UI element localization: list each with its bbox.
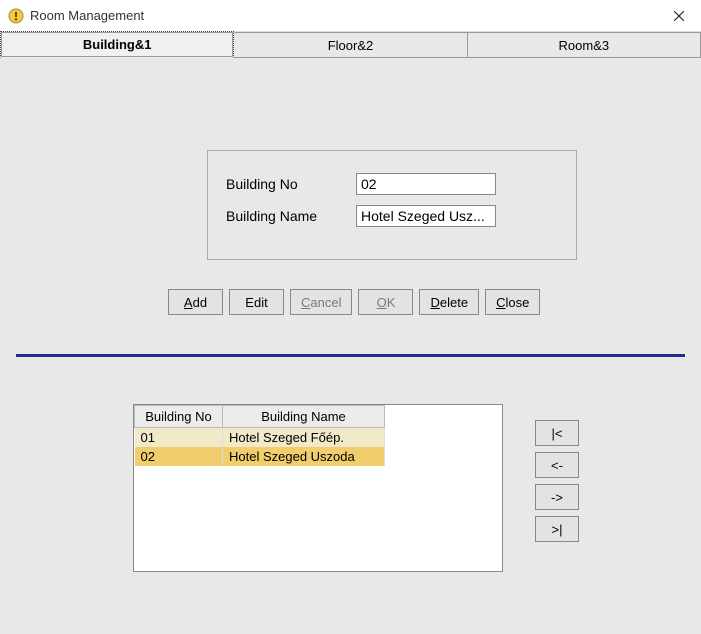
edit-button[interactable]: Edit xyxy=(229,289,284,315)
tab-label: Building&1 xyxy=(83,37,152,52)
table-row[interactable]: 01 Hotel Szeged Főép. xyxy=(135,428,385,448)
ok-button: OK xyxy=(358,289,413,315)
building-no-label: Building No xyxy=(226,176,356,192)
window-title: Room Management xyxy=(30,8,657,23)
action-buttons: Add Edit Cancel OK Delete Close xyxy=(168,289,540,315)
close-button[interactable]: Close xyxy=(485,289,540,315)
window-close-button[interactable] xyxy=(657,0,701,32)
tab-room[interactable]: Room&3 xyxy=(468,32,701,58)
tab-label: Floor&2 xyxy=(328,38,374,53)
tab-label: Room&3 xyxy=(559,38,610,53)
nav-next-button[interactable]: -> xyxy=(535,484,579,510)
table-header-row: Building No Building Name xyxy=(135,406,385,428)
building-name-input[interactable] xyxy=(356,205,496,227)
add-button[interactable]: Add xyxy=(168,289,223,315)
tab-floor[interactable]: Floor&2 xyxy=(234,32,467,58)
table-row[interactable]: 02 Hotel Szeged Uszoda xyxy=(135,447,385,466)
cancel-button: Cancel xyxy=(290,289,352,315)
form-row-building-name: Building Name xyxy=(226,205,558,227)
col-building-name[interactable]: Building Name xyxy=(223,406,385,428)
cell-building-name: Hotel Szeged Uszoda xyxy=(223,447,385,466)
titlebar: Room Management xyxy=(0,0,701,32)
col-building-no[interactable]: Building No xyxy=(135,406,223,428)
tab-building[interactable]: Building&1 xyxy=(0,31,234,58)
record-nav: |< <- -> >| xyxy=(535,420,579,542)
building-name-label: Building Name xyxy=(226,208,356,224)
nav-last-button[interactable]: >| xyxy=(535,516,579,542)
tabs-bar: Building&1 Floor&2 Room&3 xyxy=(0,32,701,58)
building-no-input[interactable] xyxy=(356,173,496,195)
nav-prev-button[interactable]: <- xyxy=(535,452,579,478)
nav-first-button[interactable]: |< xyxy=(535,420,579,446)
divider xyxy=(16,354,685,357)
buildings-table[interactable]: Building No Building Name 01 Hotel Szege… xyxy=(133,404,503,572)
cell-building-no: 01 xyxy=(135,428,223,448)
delete-button[interactable]: Delete xyxy=(419,289,479,315)
content-area: Building&1 Floor&2 Room&3 Building No Bu… xyxy=(0,32,701,634)
form-row-building-no: Building No xyxy=(226,173,558,195)
cell-building-no: 02 xyxy=(135,447,223,466)
form-panel: Building No Building Name xyxy=(207,150,577,260)
app-icon xyxy=(8,8,24,24)
cell-building-name: Hotel Szeged Főép. xyxy=(223,428,385,448)
